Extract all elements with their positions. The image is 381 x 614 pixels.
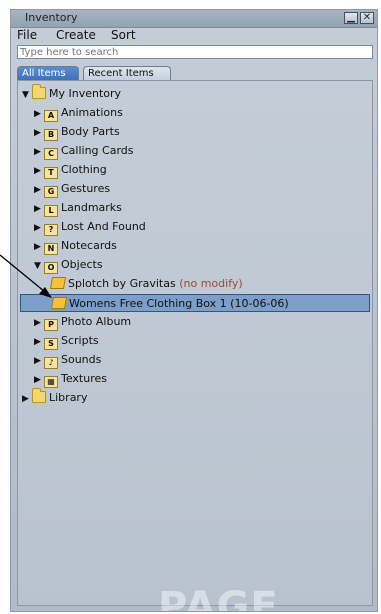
tree-item-label: Textures [61, 372, 107, 385]
tree-item-label: Body Parts [61, 125, 120, 138]
collapsed-triangle-icon[interactable]: ▶ [34, 143, 44, 161]
tree-folder[interactable]: ▶ A Animations [34, 104, 123, 122]
gesture-icon: G [44, 186, 58, 198]
tree-folder[interactable]: ▶ ♪ Sounds [34, 351, 101, 369]
tree-folder[interactable]: ▶ S Scripts [34, 332, 99, 350]
tree-item-label: Library [49, 391, 88, 404]
tree-item-label: Lost And Found [61, 220, 146, 233]
objects-icon: O [44, 262, 58, 274]
landmark-icon: L [44, 205, 58, 217]
texture-icon: ▦ [44, 376, 58, 388]
collapsed-triangle-icon[interactable]: ▶ [34, 181, 44, 199]
tree-folder[interactable]: ▶ L Landmarks [34, 199, 122, 217]
collapsed-triangle-icon[interactable]: ▶ [34, 238, 44, 256]
notecard-icon: N [44, 243, 58, 255]
calling-card-icon: C [44, 148, 58, 160]
inventory-tree-panel: PAGE ▼ My Inventory ▶ A Animations ▶ B Body Par… [17, 80, 373, 611]
menu-file[interactable]: File [17, 28, 37, 42]
collapsed-triangle-icon[interactable]: ▶ [34, 352, 44, 370]
page-watermark: PAGE [158, 584, 279, 612]
tree-item-label: Gestures [61, 182, 111, 195]
tree-item-label: Calling Cards [61, 144, 134, 157]
menu-create[interactable]: Create [56, 28, 96, 42]
collapsed-triangle-icon[interactable]: ▶ [22, 390, 32, 408]
sound-icon: ♪ [44, 357, 58, 369]
collapsed-triangle-icon[interactable]: ▶ [34, 219, 44, 237]
collapsed-triangle-icon[interactable]: ▶ [34, 314, 44, 332]
tree-item-label: My Inventory [49, 87, 122, 100]
tree-folder[interactable]: ▶ N Notecards [34, 237, 117, 255]
minimize-icon[interactable]: ▁ [344, 12, 358, 24]
tree-folder[interactable]: ▶ P Photo Album [34, 313, 131, 331]
tab-recent-items[interactable]: Recent Items [83, 66, 171, 81]
tree-folder[interactable]: ▶ T Clothing [34, 161, 107, 179]
permission-note: (no modify) [175, 277, 243, 290]
title-bar[interactable]: Inventory ▁ ✕ [11, 10, 377, 28]
tree-folder[interactable]: ▶ C Calling Cards [34, 142, 134, 160]
inventory-window: Inventory ▁ ✕ File Create Sort All Items… [10, 9, 378, 612]
tree-item-label: Objects [61, 258, 103, 271]
collapsed-triangle-icon[interactable]: ▶ [34, 200, 44, 218]
collapsed-triangle-icon[interactable]: ▶ [34, 333, 44, 351]
tree-item-label: Landmarks [61, 201, 122, 214]
tree-folder[interactable]: ▼ O Objects [34, 256, 103, 274]
tree-item-label: Splotch by Gravitas [68, 277, 176, 290]
expanded-triangle-icon[interactable]: ▼ [22, 86, 32, 104]
script-icon: S [44, 338, 58, 350]
window-title: Inventory [25, 11, 78, 24]
tree-folder[interactable]: ▶ ▦ Textures [34, 370, 107, 388]
menu-sort[interactable]: Sort [111, 28, 136, 42]
collapsed-triangle-icon[interactable]: ▶ [34, 371, 44, 389]
tree-item[interactable]: Splotch by Gravitas (no modify) [49, 275, 243, 293]
tree-item-label: Animations [61, 106, 123, 119]
tree-folder[interactable]: ▶ Library [22, 388, 88, 408]
photo-album-icon: P [44, 319, 58, 331]
tree-folder[interactable]: ▶ G Gestures [34, 180, 110, 198]
clothing-icon: T [44, 167, 58, 179]
lost-found-icon: ? [44, 224, 58, 236]
folder-icon [32, 84, 46, 99]
expanded-triangle-icon[interactable]: ▼ [34, 257, 44, 275]
tree-folder[interactable]: ▶ B Body Parts [34, 123, 120, 141]
collapsed-triangle-icon[interactable]: ▶ [34, 162, 44, 180]
folder-icon [32, 388, 46, 403]
tree-item-label: Sounds [61, 353, 102, 366]
tree-item-label: Clothing [61, 163, 107, 176]
search-input[interactable] [17, 45, 373, 59]
tree-item-label: Notecards [61, 239, 117, 252]
tree-folder[interactable]: ▶? Lost And Found [34, 218, 146, 236]
tree-item-label: Photo Album [61, 315, 132, 328]
collapsed-triangle-icon[interactable]: ▶ [34, 105, 44, 123]
collapsed-triangle-icon[interactable]: ▶ [34, 124, 44, 142]
tree-item-label: Scripts [61, 334, 99, 347]
box-icon [50, 297, 68, 309]
tree-folder[interactable]: ▼ My Inventory [22, 84, 122, 104]
menu-bar: File Create Sort [11, 28, 377, 43]
box-icon [49, 277, 67, 289]
tree-item[interactable]: Womens Free Clothing Box 1 (10-06-06) [20, 294, 370, 312]
tree-item-label: Womens Free Clothing Box 1 (10-06-06) [69, 297, 289, 310]
close-icon[interactable]: ✕ [360, 12, 374, 24]
tab-all-items[interactable]: All Items [17, 66, 79, 81]
animation-icon: A [44, 110, 58, 122]
body-parts-icon: B [44, 129, 58, 141]
